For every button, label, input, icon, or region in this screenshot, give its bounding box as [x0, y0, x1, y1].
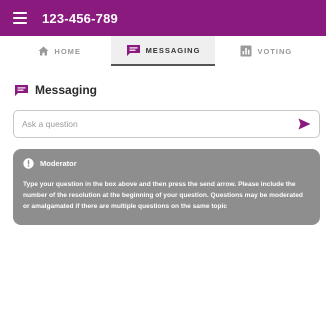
hamburger-menu-icon[interactable]	[13, 12, 27, 24]
tab-voting[interactable]: VOTING	[215, 36, 318, 66]
home-icon	[38, 46, 49, 56]
tab-messaging-label: MESSAGING	[145, 45, 201, 55]
tab-home-label: HOME	[54, 46, 81, 56]
page-title: Messaging	[35, 83, 98, 97]
tab-voting-label: VOTING	[257, 46, 293, 56]
tab-home[interactable]: HOME	[8, 36, 111, 66]
send-arrow-icon[interactable]	[296, 117, 312, 131]
tab-bar: HOME MESSAGING VOTING	[8, 36, 318, 66]
top-bar: 123-456-789	[0, 0, 326, 36]
notice-title: Moderator	[40, 159, 77, 168]
notice-header: Moderator	[23, 158, 310, 169]
tab-messaging[interactable]: MESSAGING	[111, 36, 215, 66]
meeting-code: 123-456-789	[42, 10, 118, 26]
messaging-heading: Messaging	[14, 83, 326, 97]
alert-icon	[23, 158, 34, 169]
chat-icon	[126, 44, 141, 57]
app-root: 123-456-789 HOME MESSAGING VOTING Messag…	[0, 0, 326, 334]
notice-body: Type your question in the box above and …	[23, 181, 303, 211]
ask-question-box	[13, 110, 320, 138]
question-input[interactable]	[22, 119, 296, 129]
moderator-notice: Moderator Type your question in the box …	[13, 149, 320, 225]
bar-chart-icon	[240, 45, 252, 57]
chat-icon	[14, 84, 29, 97]
